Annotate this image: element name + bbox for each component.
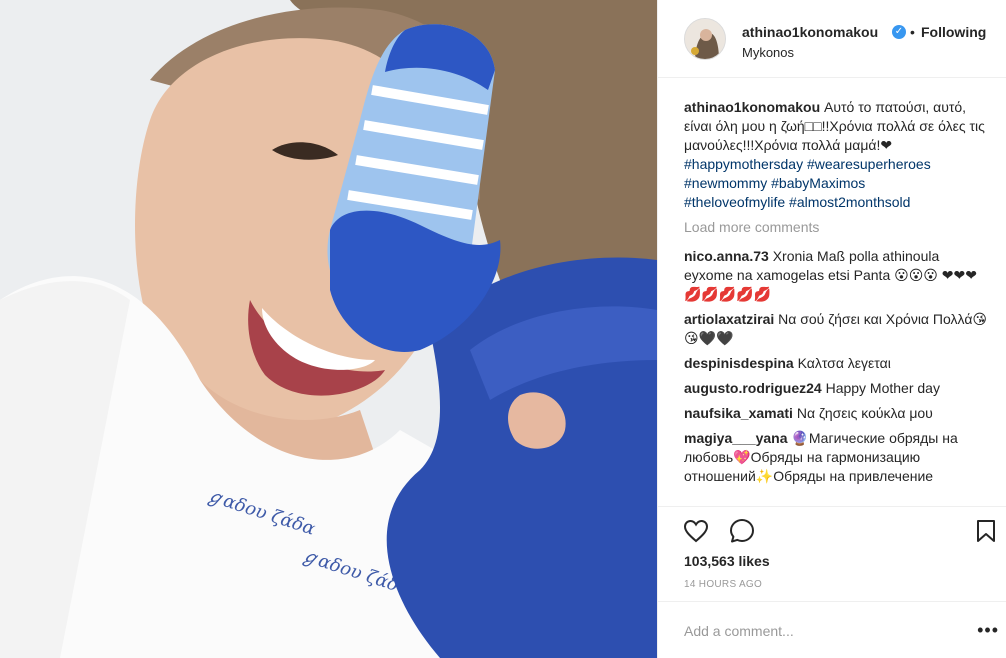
comment-item: artiolaxatzirai Να σού ζήσει και Χρόνια … bbox=[684, 310, 989, 348]
header-separator: • bbox=[910, 24, 915, 40]
load-more-comments-button[interactable]: Load more comments bbox=[684, 218, 989, 237]
comment-item: augusto.rodriguez24 Happy Mother day bbox=[684, 379, 989, 398]
caption-username[interactable]: athinao1konomakou bbox=[684, 99, 820, 115]
likes-count[interactable]: 103,563 likes bbox=[684, 553, 770, 569]
comment-item: nico.anna.73 Χronia Maß polla athinoula … bbox=[684, 247, 989, 304]
post-author-username[interactable]: athinao1konomakou bbox=[742, 24, 878, 40]
comment-username[interactable]: nico.anna.73 bbox=[684, 248, 769, 264]
comment-item: magiya___yana 🔮Магические обряды на любо… bbox=[684, 429, 989, 486]
add-comment-bar: ••• bbox=[658, 601, 1006, 658]
bookmark-icon-shape bbox=[977, 520, 995, 542]
avatar[interactable] bbox=[684, 18, 726, 60]
post-header: athinao1konomakou ✓ • Following Mykonos bbox=[658, 0, 1006, 78]
comment-username[interactable]: naufsika_xamati bbox=[684, 405, 793, 421]
more-options-icon[interactable]: ••• bbox=[977, 620, 999, 641]
post-detail-panel: athinao1konomakou ✓ • Following Mykonos … bbox=[657, 0, 1006, 658]
comment-item: despinisdespina Καλτσα λεγεται bbox=[684, 354, 989, 373]
post-location[interactable]: Mykonos bbox=[742, 45, 794, 60]
comment-username[interactable]: augusto.rodriguez24 bbox=[684, 380, 822, 396]
post-actions: 103,563 likes 14 HOURS AGO bbox=[658, 506, 1006, 601]
heart-icon-shape bbox=[683, 519, 709, 543]
comment-icon[interactable] bbox=[726, 515, 758, 547]
post-timestamp[interactable]: 14 HOURS AGO bbox=[684, 579, 762, 590]
comment-item: naufsika_xamati Να ζησεις κούκλα μου bbox=[684, 404, 989, 423]
caption-hashtags-line-3[interactable]: #theloveofmylife #almost2monthsold bbox=[684, 194, 910, 210]
comment-username[interactable]: magiya___yana bbox=[684, 430, 788, 446]
comment-username[interactable]: artiolaxatzirai bbox=[684, 311, 774, 327]
photo-illustration: ℊαδου ζάδα ℊαδου ζάδα bbox=[0, 0, 657, 658]
verified-badge-icon: ✓ bbox=[892, 25, 906, 39]
avatar-image bbox=[685, 19, 725, 59]
post-photo[interactable]: ℊαδου ζάδα ℊαδου ζάδα bbox=[0, 0, 657, 658]
caption-hashtags-line-1[interactable]: #happymothersday #wearesuperheroes bbox=[684, 156, 931, 172]
comment-icon-shape bbox=[730, 519, 754, 543]
comment-text: Να ζησεις κούκλα μου bbox=[796, 405, 933, 421]
comments-list[interactable]: athinao1konomakou Αυτό το πατούσι, αυτό,… bbox=[684, 98, 989, 506]
heart-icon[interactable] bbox=[680, 515, 712, 547]
comment-text: Καλτσα λεγεται bbox=[797, 355, 891, 371]
comment-text: Happy Mother day bbox=[825, 380, 940, 396]
following-button[interactable]: Following bbox=[921, 24, 986, 40]
add-comment-input[interactable] bbox=[684, 620, 954, 642]
caption-hashtags-line-2[interactable]: #newmommy #babyMaximos bbox=[684, 175, 865, 191]
comment-username[interactable]: despinisdespina bbox=[684, 355, 794, 371]
caption: athinao1konomakou Αυτό το πατούσι, αυτό,… bbox=[684, 98, 989, 212]
bookmark-icon[interactable] bbox=[970, 515, 1002, 547]
